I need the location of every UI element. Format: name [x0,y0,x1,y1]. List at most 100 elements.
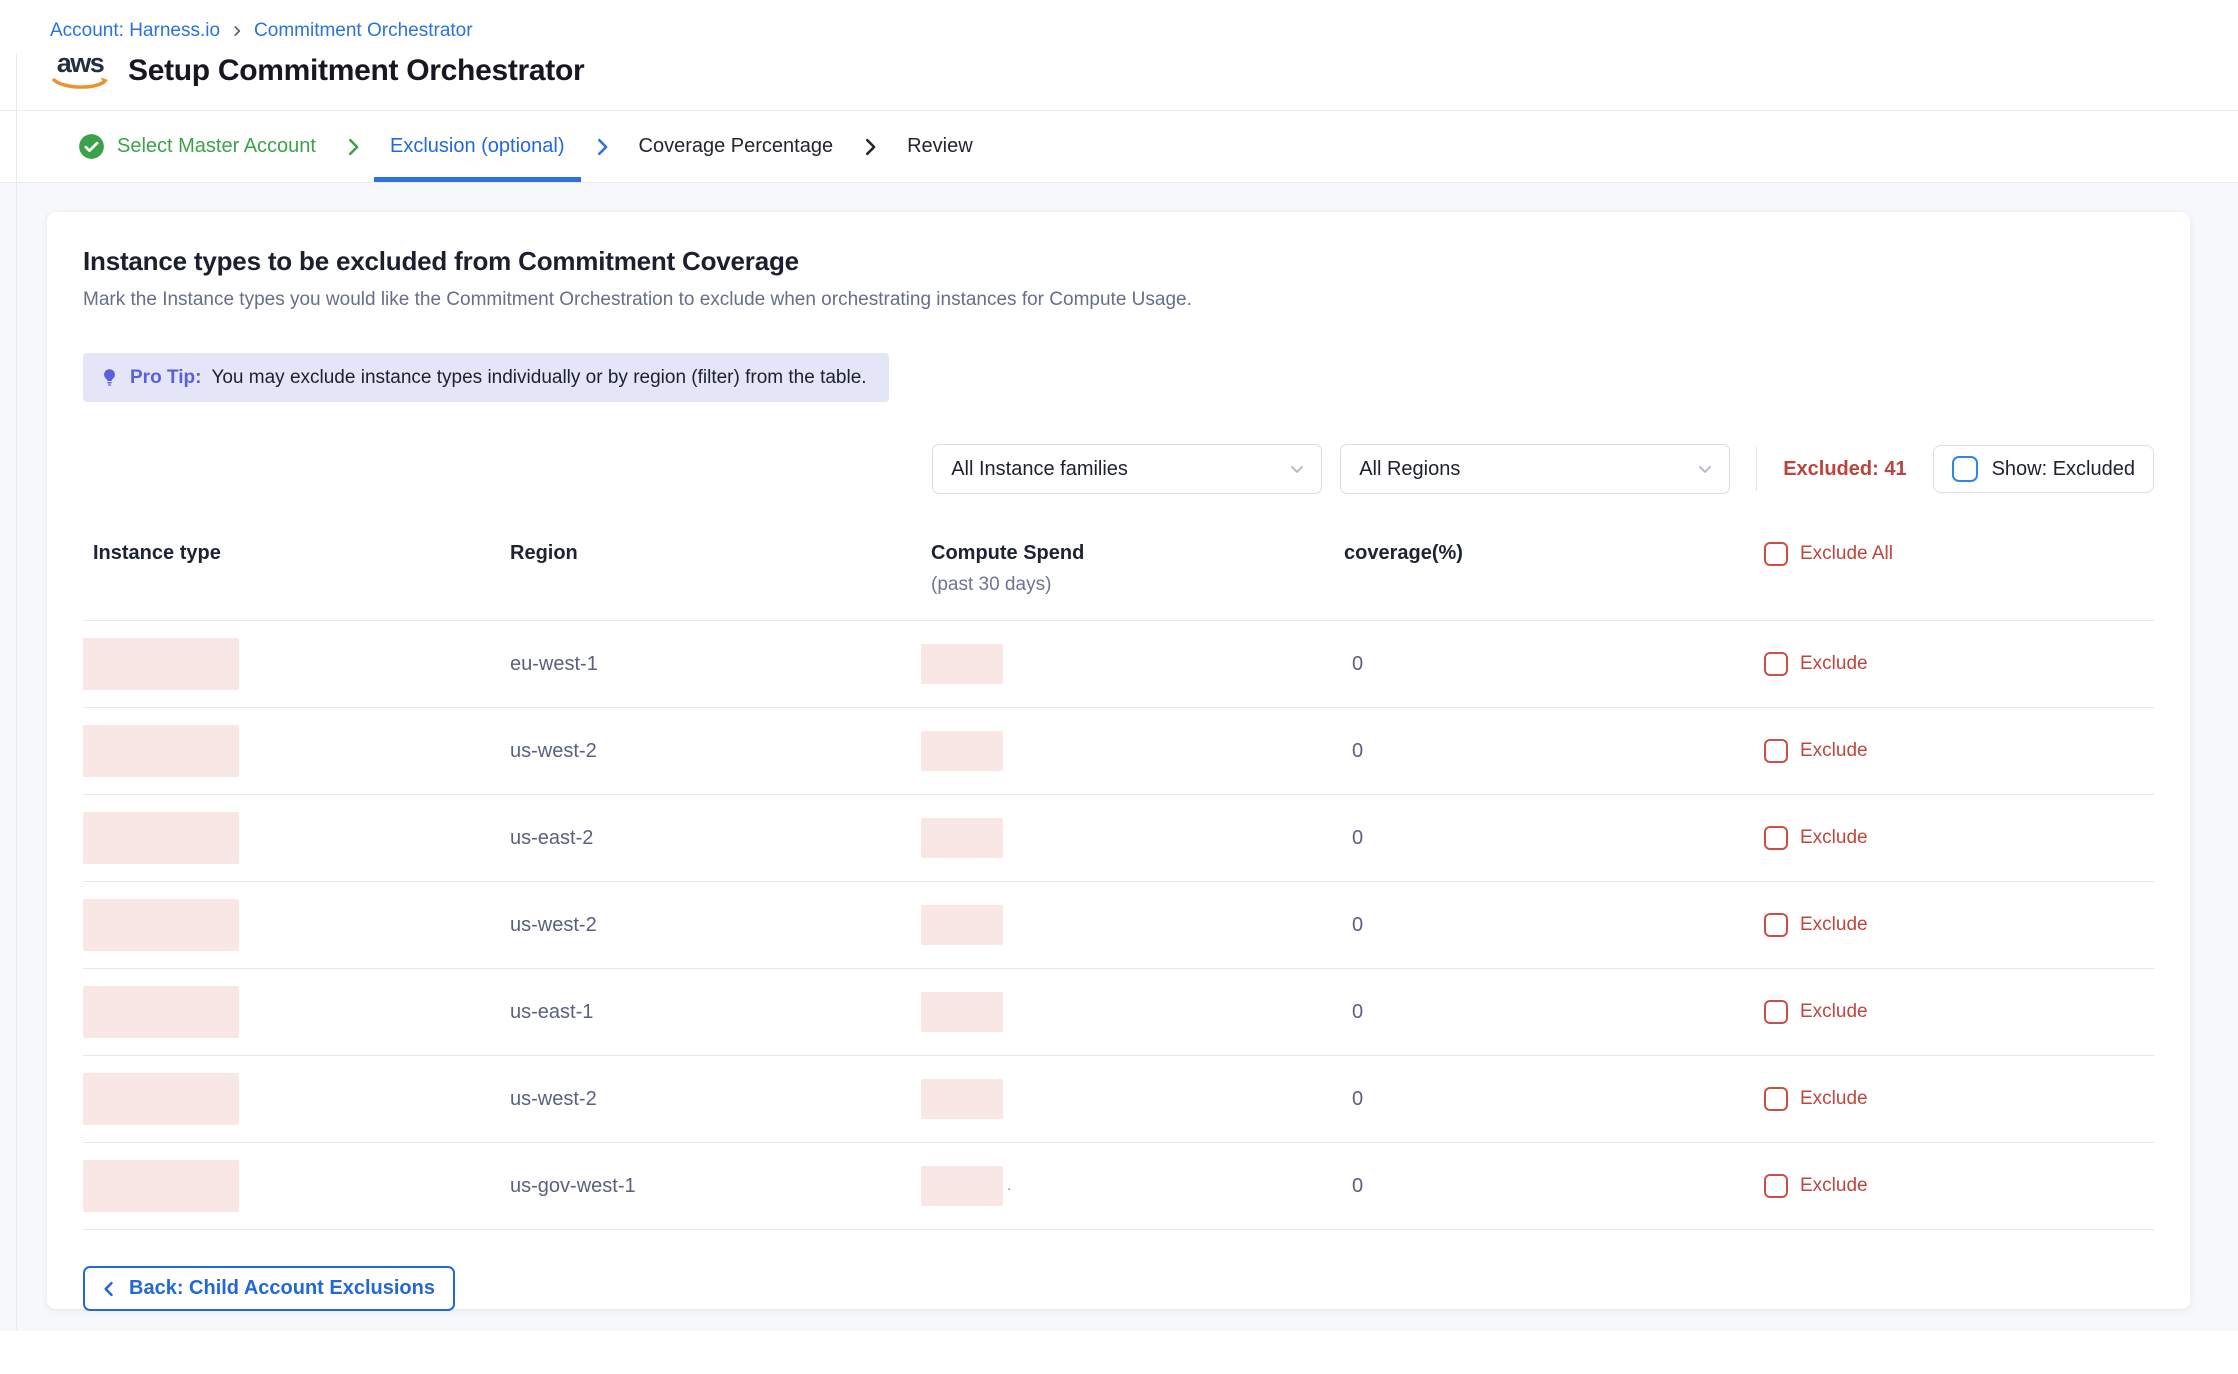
table-body: eu-west-1 0 Exclude us-west-2 0 Ex [83,621,2154,1230]
exclude-all-control[interactable]: Exclude All [1754,542,2154,566]
checkbox-icon[interactable] [1764,739,1788,763]
exclusion-card: Instance types to be excluded from Commi… [47,212,2190,1309]
redacted-instance-type [83,899,239,951]
coverage-cell: 0 [1334,1001,1754,1024]
compute-spend-cell [921,905,1334,945]
step-exclusion[interactable]: Exclusion (optional) [374,111,581,182]
checkbox-icon[interactable] [1764,1087,1788,1111]
exclude-row-control[interactable]: Exclude [1754,739,2154,763]
compute-spend-cell [921,731,1334,771]
table-row: us-gov-west-1 . 0 Exclude [83,1143,2154,1230]
region-value: us-east-2 [510,827,593,849]
checkbox-icon[interactable] [1764,913,1788,937]
show-excluded-toggle[interactable]: Show: Excluded [1933,445,2154,493]
step-label: Select Master Account [117,135,316,158]
card-title: Instance types to be excluded from Commi… [83,246,2154,277]
breadcrumb-account-link[interactable]: Account: Harness.io [50,20,220,42]
coverage-value: 0 [1352,740,1363,762]
step-label: Coverage Percentage [639,135,834,158]
exclude-row-control[interactable]: Exclude [1754,826,2154,850]
exclude-row-control[interactable]: Exclude [1754,652,2154,676]
region-value: us-west-2 [510,1088,597,1110]
redacted-compute-spend [921,905,1003,945]
table-row: us-west-2 0 Exclude [83,708,2154,795]
checkbox-icon[interactable] [1764,1000,1788,1024]
exclude-row-control[interactable]: Exclude [1754,1087,2154,1111]
coverage-value: 0 [1352,1175,1363,1197]
instance-type-cell [83,1160,500,1212]
checkbox-icon[interactable] [1764,826,1788,850]
region-cell: us-west-2 [500,914,921,937]
back-button[interactable]: Back: Child Account Exclusions [83,1266,455,1311]
exclude-label: Exclude [1800,1175,1868,1197]
instance-type-cell [83,725,500,777]
checkbox-icon[interactable] [1764,652,1788,676]
table-row: us-east-2 0 Exclude [83,795,2154,882]
chevron-right-icon [591,111,613,182]
coverage-value: 0 [1352,1088,1363,1110]
redacted-instance-type [83,725,239,777]
show-excluded-label: Show: Excluded [1992,458,2135,481]
checkbox-icon[interactable] [1764,542,1788,566]
chevron-left-icon [99,1279,119,1299]
breadcrumb-chevron-icon [230,24,244,38]
table-header-row: Instance type Region Compute Spend (past… [83,542,2154,621]
region-cell: us-east-1 [500,1001,921,1024]
step-select-master-account[interactable]: Select Master Account [62,111,332,182]
region-cell: eu-west-1 [500,653,921,676]
col-header-coverage: coverage(%) [1334,542,1754,565]
setup-stepper: Select Master Account Exclusion (optiona… [0,111,2238,183]
exclusion-table: Instance type Region Compute Spend (past… [83,542,2154,1230]
compute-spend-cell: . [921,1166,1334,1206]
step-coverage-percentage[interactable]: Coverage Percentage [623,111,850,182]
col-header-region: Region [500,542,921,565]
redacted-instance-type [83,638,239,690]
coverage-cell: 0 [1334,740,1754,763]
instance-type-cell [83,638,500,690]
step-review[interactable]: Review [891,111,989,182]
compute-spend-cell [921,644,1334,684]
regions-dropdown[interactable]: All Regions [1340,444,1730,494]
exclude-row-control[interactable]: Exclude [1754,1000,2154,1024]
exclude-label: Exclude [1800,653,1868,675]
region-value: eu-west-1 [510,653,598,675]
compute-spend-cell [921,818,1334,858]
coverage-cell: 0 [1334,1088,1754,1111]
redacted-compute-spend [921,1079,1003,1119]
exclude-label: Exclude [1800,914,1868,936]
redacted-instance-type [83,1073,239,1125]
filter-bar: All Instance families All Regions Exclud… [83,444,2154,494]
col-header-compute-spend-sub: (past 30 days) [931,574,1334,596]
exclude-label: Exclude [1800,740,1868,762]
redacted-compute-spend [921,644,1003,684]
chevron-down-icon [1695,459,1715,479]
exclude-row-control[interactable]: Exclude [1754,913,2154,937]
redacted-compute-spend [921,992,1003,1032]
instance-type-cell [83,812,500,864]
breadcrumb-orchestrator-link[interactable]: Commitment Orchestrator [254,20,473,42]
exclude-label: Exclude [1800,827,1868,849]
coverage-value: 0 [1352,653,1363,675]
exclude-row-control[interactable]: Exclude [1754,1174,2154,1198]
checkbox-icon[interactable] [1764,1174,1788,1198]
chevron-down-icon [1287,459,1307,479]
page-header: Account: Harness.io Commitment Orchestra… [0,0,2238,111]
compute-spend-suffix: . [1007,1177,1011,1195]
panel-divider [16,54,17,1330]
redacted-instance-type [83,1160,239,1212]
instance-type-cell [83,986,500,1038]
breadcrumb: Account: Harness.io Commitment Orchestra… [50,20,2238,42]
redacted-compute-spend [921,1166,1003,1206]
step-label: Exclusion (optional) [390,135,565,158]
region-cell: us-gov-west-1 [500,1175,921,1198]
instance-families-dropdown[interactable]: All Instance families [932,444,1322,494]
compute-spend-cell [921,1079,1334,1119]
chevron-right-icon [859,111,881,182]
lightbulb-icon [99,366,120,389]
checkbox-icon[interactable] [1952,456,1978,482]
excluded-count: Excluded: 41 [1783,458,1906,481]
col-header-compute-spend: Compute Spend (past 30 days) [921,542,1334,596]
region-value: us-east-1 [510,1001,593,1023]
content-area: Instance types to be excluded from Commi… [0,183,2238,1331]
pro-tip-label: Pro Tip: [130,367,201,389]
